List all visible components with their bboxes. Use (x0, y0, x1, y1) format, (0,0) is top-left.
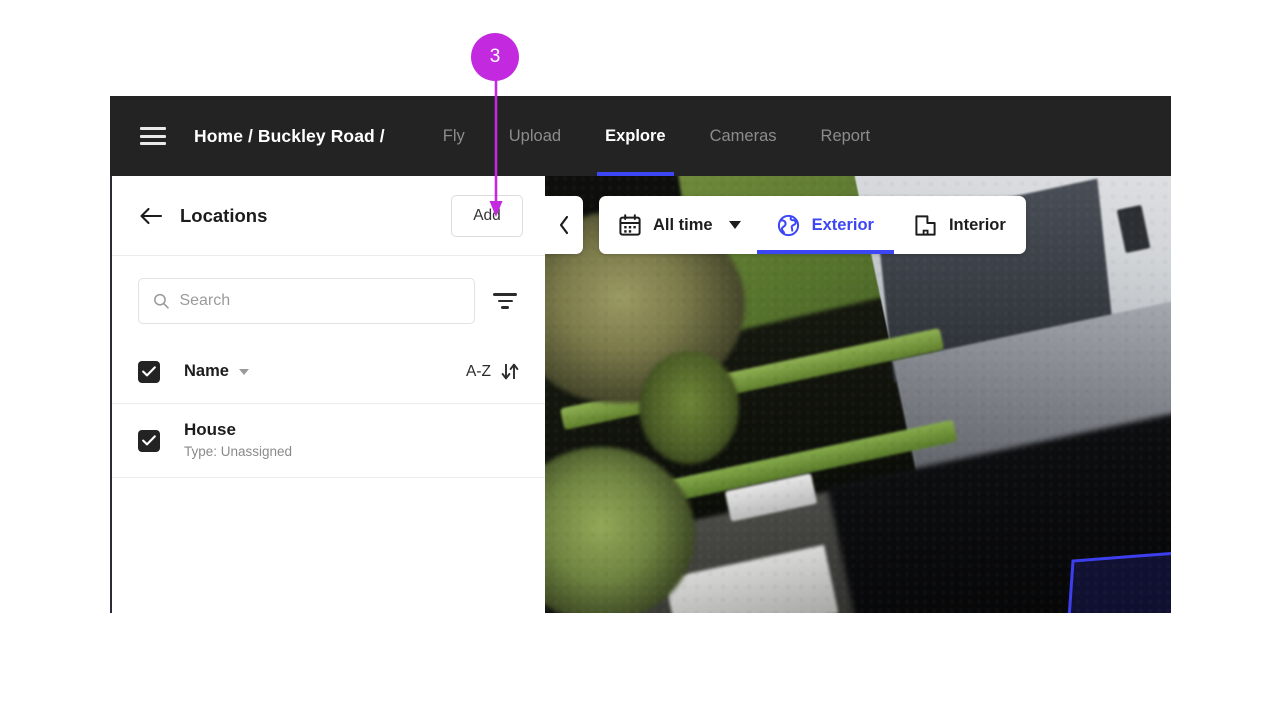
annotation-step-number: 3 (489, 46, 501, 67)
tab-report[interactable]: Report (799, 96, 893, 176)
globe-icon (777, 214, 799, 236)
date-filter-label: All time (653, 215, 713, 234)
sidebar-header: Locations Add (112, 176, 545, 256)
hamburger-bar (140, 127, 166, 130)
list-item[interactable]: House Type: Unassigned (112, 404, 545, 478)
hamburger-bar (140, 134, 166, 138)
map-viewer[interactable]: All time Exterior Interior (545, 176, 1171, 613)
view-tab-label: Interior (948, 215, 1006, 234)
sort-order-label: A-Z (466, 362, 491, 380)
locations-sidebar: Locations Add Search Name A-Z House Type… (110, 176, 545, 613)
list-item-checkbox[interactable] (138, 429, 160, 452)
application-window: Home / Buckley Road / Fly Upload Explore… (110, 96, 1171, 613)
tab-fly[interactable]: Fly (421, 96, 487, 176)
floorplan-icon (915, 214, 936, 236)
filter-bar (493, 293, 517, 296)
column-header-name: Name (184, 362, 229, 380)
view-tab-interior[interactable]: Interior (894, 196, 1026, 254)
sort-control[interactable]: A-Z (466, 362, 519, 381)
filter-bar (501, 306, 509, 309)
chevron-left-icon (559, 215, 568, 235)
list-item-title: House (184, 419, 236, 439)
date-filter-button[interactable]: All time (599, 196, 757, 254)
top-navigation-bar: Home / Buckley Road / Fly Upload Explore… (110, 96, 1171, 176)
breadcrumb[interactable]: Home / Buckley Road / (194, 126, 385, 147)
filter-bar (497, 299, 513, 303)
list-item-meta: House Type: Unassigned (184, 419, 292, 462)
page-title: Locations (180, 204, 268, 226)
hamburger-menu-icon[interactable] (140, 127, 166, 145)
application-body: Locations Add Search Name A-Z House Type… (110, 176, 1171, 613)
checkmark-icon (142, 366, 156, 377)
checkmark-icon (142, 435, 156, 446)
view-tab-exterior[interactable]: Exterior (756, 196, 895, 254)
select-all-checkbox[interactable] (138, 360, 160, 383)
view-tab-label: Exterior (811, 215, 874, 234)
calendar-icon (619, 214, 641, 236)
search-row (112, 256, 545, 342)
caret-down-icon (728, 221, 741, 229)
sidebar-collapse-button[interactable] (545, 196, 583, 254)
annotation-step-badge: 3 (471, 33, 519, 81)
sort-arrows-icon (501, 363, 519, 380)
filter-icon[interactable] (491, 287, 519, 315)
search-input[interactable] (179, 292, 460, 310)
list-header-row: Name A-Z (112, 342, 545, 404)
chevron-down-icon[interactable] (238, 368, 249, 375)
tab-explore[interactable]: Explore (583, 96, 688, 176)
hamburger-bar (140, 142, 166, 145)
list-item-subtitle: Type: Unassigned (184, 443, 293, 459)
search-box[interactable] (138, 278, 475, 324)
screenshot-canvas: 3 Home / Buckley Road / Fly Upload Explo… (0, 0, 1269, 722)
annotation-arrow (489, 74, 503, 217)
viewer-toolbar: All time Exterior Interior (599, 196, 1026, 254)
search-icon (154, 293, 169, 309)
tab-cameras[interactable]: Cameras (688, 96, 799, 176)
back-arrow-icon[interactable] (138, 203, 164, 229)
